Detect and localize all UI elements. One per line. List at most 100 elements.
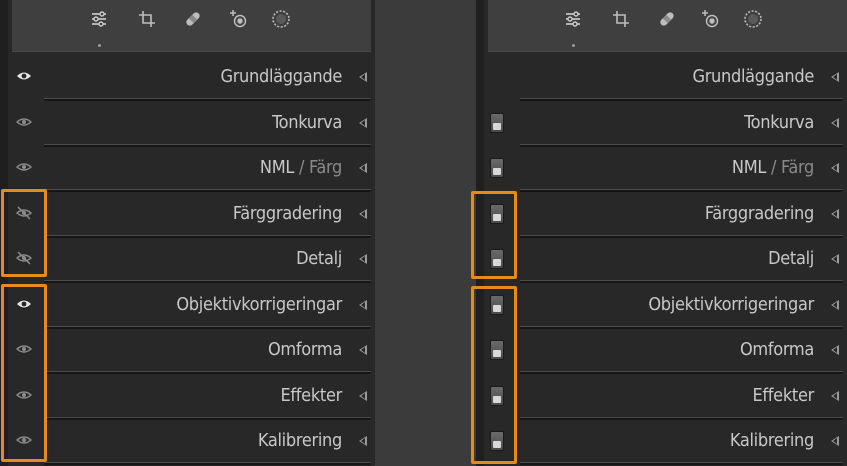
section-label: Effekter [752,385,814,406]
divider [44,462,371,465]
section-title: Kalibrering [257,430,342,451]
collapse-arrow-icon[interactable] [831,208,839,219]
section-label: Omforma [740,339,814,360]
collapse-arrow-icon[interactable] [359,436,367,446]
tool-strip [12,0,371,52]
section-title: Kalibrering [729,430,814,451]
section-title: Grundläggande [220,66,342,87]
section-title: Effekter [752,384,814,406]
panel-section-header[interactable]: Grundläggande [484,55,847,101]
highlight-box [471,191,517,279]
section-label: Färggradering [705,203,814,224]
section-title: Tonkurva [272,111,342,133]
section-label: Effekter [280,385,342,406]
collapse-arrow-icon[interactable] [831,436,839,446]
panel-section-header[interactable]: Objektivkorrigeringar [8,283,375,329]
collapse-arrow-icon[interactable] [831,299,839,310]
section-label: Kalibrering [730,430,814,451]
panel-section-header[interactable]: Kalibrering [484,419,847,465]
section-title: Detalj [768,248,814,269]
eye-icon[interactable] [14,158,34,176]
masking-icon[interactable] [742,8,764,30]
panel-section-header[interactable]: Färggradering [484,192,847,238]
section-label: Omforma [268,339,342,360]
eye-icon[interactable] [14,113,34,131]
panel-section-header[interactable]: Effekter [484,374,847,420]
edit-sliders-icon[interactable] [88,8,110,30]
section-title: NML [259,157,295,178]
section-title: Objektivkorrigeringar [176,293,342,315]
panel-gap [375,0,476,466]
section-title: Färggradering [704,202,814,224]
section-label: Grundläggande [220,66,342,87]
collapse-arrow-icon[interactable] [831,390,839,401]
healing-bandage-icon[interactable] [182,8,204,30]
panel-section-header[interactable]: NML / Färg [484,146,847,192]
panel-section-header[interactable]: Omforma [484,328,847,374]
collapse-arrow-icon[interactable] [359,345,367,355]
collapse-arrow-icon[interactable] [359,208,367,219]
tool-strip [488,0,847,52]
section-title: Effekter [280,384,342,406]
panel-section-header[interactable]: Effekter [8,374,375,420]
panel-section-header[interactable]: Detalj [8,237,375,283]
eye-icon[interactable] [14,67,34,85]
develop-panel-left: Grundläggande Tonkurva NML / Färg Färggrade… [0,0,375,466]
panel-section-header[interactable]: Objektivkorrigeringar [484,283,847,329]
panel-section-header[interactable]: Detalj [484,237,847,283]
red-eye-icon[interactable] [228,8,250,30]
panel-section-header[interactable]: Färggradering [8,192,375,238]
section-label: Färggradering [233,203,342,224]
panel-section-header[interactable]: Tonkurva [8,101,375,147]
panel-switch-icon[interactable] [490,158,504,178]
section-title: Omforma [267,339,342,360]
section-title: Grundläggande [692,66,814,87]
section-label: NML / Färg [260,157,342,178]
section-subtitle: / Färg [766,157,814,178]
section-label: NML / Färg [732,157,814,178]
panel-section-header[interactable]: NML / Färg [8,146,375,192]
collapse-arrow-icon[interactable] [831,72,839,82]
collapse-arrow-icon[interactable] [831,254,839,264]
panel-section-header[interactable]: Omforma [8,328,375,374]
develop-panel-right: Grundläggande Tonkurva NML / Färg Färggrade… [476,0,847,466]
crop-icon[interactable] [610,8,632,30]
section-title: Detalj [296,248,342,269]
red-eye-icon[interactable] [700,8,722,30]
collapse-arrow-icon[interactable] [359,390,367,401]
section-label: Kalibrering [258,430,342,451]
panel-section-header[interactable]: Tonkurva [484,101,847,147]
section-title: Omforma [739,339,814,360]
section-title: Tonkurva [744,111,814,133]
section-label: Detalj [296,248,342,269]
section-label: Tonkurva [744,112,814,133]
collapse-arrow-icon[interactable] [831,163,839,173]
edit-sliders-icon[interactable] [562,8,584,30]
collapse-arrow-icon[interactable] [359,72,367,82]
collapse-arrow-icon[interactable] [359,254,367,264]
section-title: NML [731,157,767,178]
highlight-box [471,286,517,464]
crop-icon[interactable] [136,8,158,30]
collapse-arrow-icon[interactable] [831,345,839,355]
collapse-arrow-icon[interactable] [359,117,367,128]
panel-section-header[interactable]: Grundläggande [8,55,375,101]
section-subtitle: / Färg [294,157,342,178]
healing-bandage-icon[interactable] [656,8,678,30]
panel-switch-icon[interactable] [490,112,504,133]
divider [520,462,843,465]
section-title: Objektivkorrigeringar [648,293,814,315]
section-label: Objektivkorrigeringar [176,294,342,315]
collapse-arrow-icon[interactable] [831,117,839,128]
panel-section-header[interactable]: Kalibrering [8,419,375,465]
active-tool-indicator [572,44,575,47]
highlight-box [1,189,47,277]
section-label: Tonkurva [272,112,342,133]
masking-icon[interactable] [270,8,292,30]
section-label: Objektivkorrigeringar [648,294,814,315]
section-label: Grundläggande [692,66,814,87]
highlight-box [1,284,47,462]
collapse-arrow-icon[interactable] [359,299,367,310]
section-title: Färggradering [232,202,342,224]
collapse-arrow-icon[interactable] [359,163,367,173]
